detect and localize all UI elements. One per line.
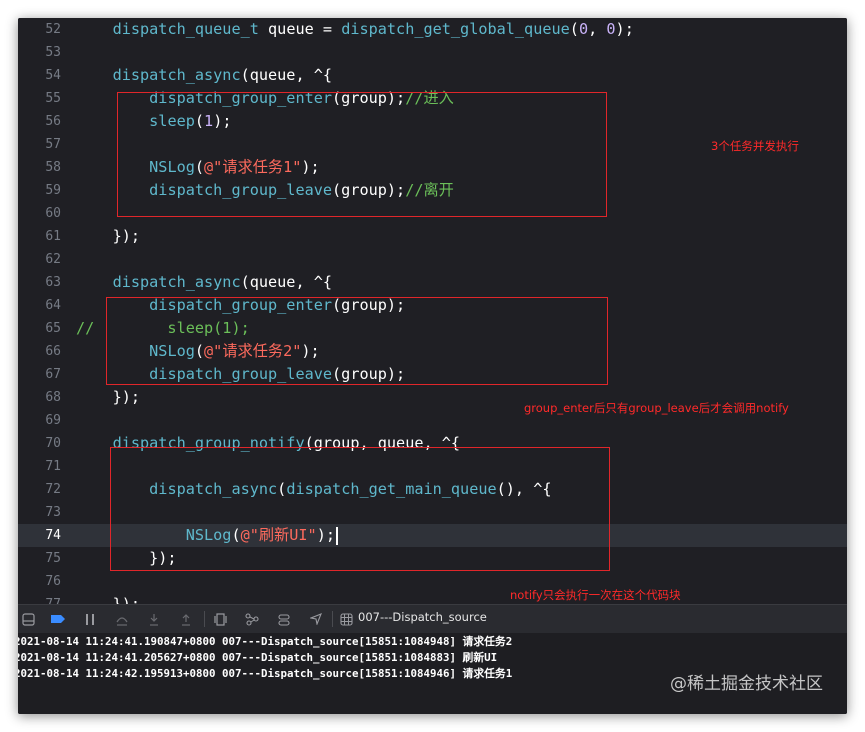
code-line[interactable]: 62 bbox=[18, 248, 847, 271]
line-number: 58 bbox=[45, 160, 61, 175]
code-line[interactable]: 52 dispatch_queue_t queue = dispatch_get… bbox=[18, 18, 847, 41]
annotation-note-enter-leave: group_enter后只有group_leave后才会调用notify bbox=[524, 401, 789, 415]
code-token: 0 bbox=[606, 20, 616, 38]
annotation-box-notify bbox=[110, 447, 610, 571]
line-number: 69 bbox=[45, 413, 61, 428]
location-icon[interactable] bbox=[306, 609, 326, 629]
scheme-target-icon[interactable] bbox=[336, 609, 356, 629]
code-token: }); bbox=[76, 227, 141, 245]
line-number: 77 bbox=[18, 593, 61, 604]
annotation-box-task2 bbox=[106, 297, 608, 385]
code-text: }); bbox=[76, 225, 140, 248]
code-line[interactable]: 53 bbox=[18, 41, 847, 64]
line-number: 70 bbox=[45, 436, 61, 451]
annotation-box-task1 bbox=[117, 92, 607, 217]
hide-debug-area-icon[interactable] bbox=[18, 609, 38, 629]
code-token: (queue, ^{ bbox=[240, 66, 333, 84]
line-number: 71 bbox=[45, 459, 61, 474]
line-number: 72 bbox=[45, 482, 61, 497]
line-number: 74 bbox=[45, 528, 61, 543]
environment-overrides-icon[interactable] bbox=[274, 609, 294, 629]
annotation-note-notify-once: notify只会执行一次在这个代码块 bbox=[510, 588, 681, 602]
console-line: 2021-08-14 11:24:42.195913+0800 007---Di… bbox=[18, 667, 513, 680]
code-token: , bbox=[588, 20, 607, 38]
line-number: 62 bbox=[45, 252, 61, 267]
code-text: dispatch_async(queue, ^{ bbox=[76, 64, 332, 87]
code-line[interactable]: 76 bbox=[18, 570, 847, 593]
code-token: dispatch_get_global_queue bbox=[341, 20, 570, 38]
code-token: 0 bbox=[578, 20, 589, 38]
line-number: 52 bbox=[45, 22, 61, 37]
line-number: 54 bbox=[45, 68, 61, 83]
code-text: }); bbox=[76, 386, 140, 409]
xcode-window: 52 dispatch_queue_t queue = dispatch_get… bbox=[18, 18, 847, 714]
step-into-icon[interactable] bbox=[144, 609, 164, 629]
line-number: 53 bbox=[45, 45, 61, 60]
toolbar-divider bbox=[204, 611, 205, 627]
code-token: dispatch_async bbox=[112, 273, 241, 291]
code-line[interactable]: 63 dispatch_async(queue, ^{ bbox=[18, 271, 847, 294]
line-number: 67 bbox=[45, 367, 61, 382]
line-number: 65 bbox=[45, 321, 61, 336]
step-over-icon[interactable] bbox=[112, 609, 132, 629]
toolbar-divider bbox=[332, 611, 333, 627]
code-token: ); bbox=[615, 20, 634, 38]
line-number: 56 bbox=[45, 114, 61, 129]
watermark: @稀土掘金技术社区 bbox=[670, 674, 823, 694]
code-text: }); bbox=[76, 593, 140, 604]
debug-toolbar: 007---Dispatch_source bbox=[18, 604, 847, 634]
line-number: 57 bbox=[45, 137, 61, 152]
line-number: 66 bbox=[45, 344, 61, 359]
code-token: }); bbox=[76, 595, 141, 604]
line-number: 73 bbox=[45, 505, 61, 520]
line-number: 76 bbox=[45, 574, 61, 589]
code-token: (queue, ^{ bbox=[240, 273, 333, 291]
step-out-icon[interactable] bbox=[176, 609, 196, 629]
line-number: 75 bbox=[45, 551, 61, 566]
pause-icon[interactable] bbox=[80, 609, 100, 629]
code-token: ( bbox=[569, 20, 579, 38]
code-line[interactable]: 77 }); bbox=[18, 593, 847, 604]
annotation-note-concurrent: 3个任务并发执行 bbox=[711, 139, 799, 153]
code-token: dispatch_queue_t bbox=[112, 20, 259, 38]
line-number: 59 bbox=[45, 183, 61, 198]
memory-graph-icon[interactable] bbox=[242, 609, 262, 629]
line-number: 68 bbox=[45, 390, 61, 405]
code-token: dispatch_async bbox=[112, 66, 241, 84]
console-line: 2021-08-14 11:24:41.205627+0800 007---Di… bbox=[18, 651, 498, 664]
scheme-target-label[interactable]: 007---Dispatch_source bbox=[358, 610, 487, 624]
line-number: 55 bbox=[45, 91, 61, 106]
code-line[interactable]: 61 }); bbox=[18, 225, 847, 248]
line-number: 60 bbox=[45, 206, 61, 221]
code-token: }); bbox=[76, 388, 141, 406]
line-number: 64 bbox=[45, 298, 61, 313]
console-line: 2021-08-14 11:24:41.190847+0800 007---Di… bbox=[18, 635, 513, 648]
code-text: dispatch_async(queue, ^{ bbox=[76, 271, 332, 294]
code-text: dispatch_queue_t queue = dispatch_get_gl… bbox=[76, 18, 634, 41]
breakpoints-toggle-icon[interactable] bbox=[48, 609, 68, 629]
line-number: 63 bbox=[45, 275, 61, 290]
code-token: queue = bbox=[258, 20, 342, 38]
view-hierarchy-icon[interactable] bbox=[210, 609, 230, 629]
line-number: 61 bbox=[45, 229, 61, 244]
code-line[interactable]: 54 dispatch_async(queue, ^{ bbox=[18, 64, 847, 87]
